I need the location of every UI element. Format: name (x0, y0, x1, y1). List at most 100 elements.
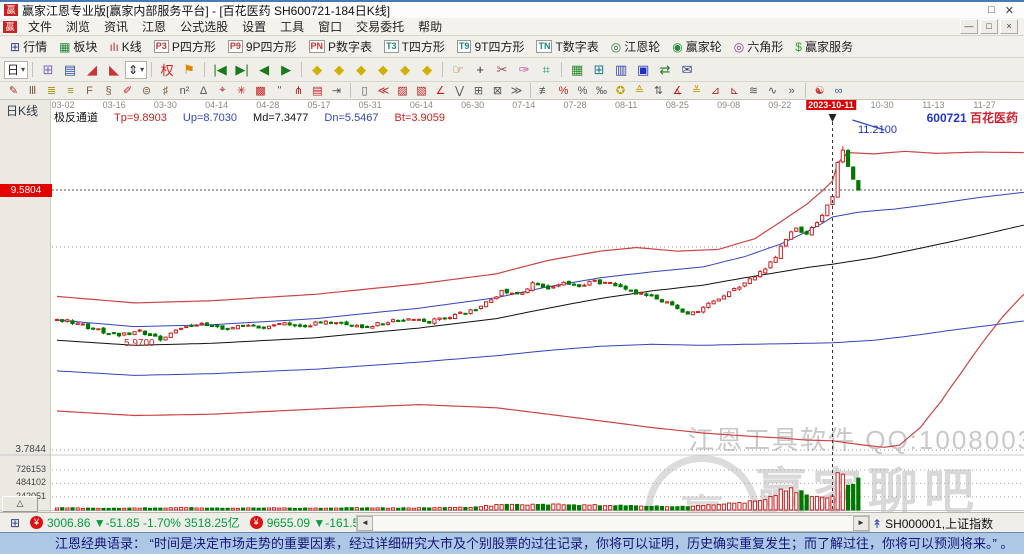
gann-angles-icon[interactable]: ∡ (669, 82, 686, 99)
horizontal-scrollbar[interactable]: ◄ ► (356, 515, 870, 532)
trend-wave-icon[interactable]: ∿ (764, 82, 781, 99)
candlestick-chart[interactable] (0, 100, 1024, 512)
compress-y-icon[interactable]: ◆ (395, 60, 415, 80)
pencil-icon[interactable]: ✎ (5, 82, 22, 99)
quote-marks-icon[interactable]: ʺ (271, 82, 288, 99)
status-symbol-label[interactable]: SH000001,上证指数 (885, 515, 993, 532)
period-day-combo[interactable]: 日 ▾ (4, 60, 29, 79)
close-child-icon[interactable]: × (1000, 19, 1018, 34)
check-angle-icon[interactable]: ⋁ (451, 82, 468, 99)
close-window-icon[interactable]: ✕ (1005, 4, 1014, 17)
abacus-icon[interactable]: ⌗ (536, 60, 556, 80)
toolbar-quotes-button[interactable]: ⊞ 行情 (10, 38, 47, 55)
mail-icon[interactable]: ✉ (677, 60, 697, 80)
menu-item-交易委托[interactable]: 交易委托 (349, 20, 411, 34)
filled-region-icon[interactable]: ▨ (394, 82, 411, 99)
menu-item-窗口[interactable]: 窗口 (311, 20, 349, 34)
next-bar-icon[interactable]: ▶ (276, 60, 296, 80)
starburst-icon[interactable]: ✳ (233, 82, 250, 99)
pan-left-icon[interactable]: ◆ (351, 60, 371, 80)
ellipse-icon[interactable]: ⊜ (138, 82, 155, 99)
yinyang-icon[interactable]: ☯ (811, 82, 828, 99)
hatch-icon[interactable]: ♯ (157, 82, 174, 99)
brush-icon[interactable]: ✑ (514, 60, 534, 80)
angle-measure-icon[interactable]: ∠ (432, 82, 449, 99)
minimize-child-icon[interactable]: — (960, 19, 978, 34)
menu-item-文件[interactable]: 文件 (21, 20, 59, 34)
toolbar-hexagon-button[interactable]: ◎ 六角形 (734, 38, 784, 55)
percent-icon[interactable]: % (574, 82, 591, 99)
info-panel-icon[interactable]: ▤ (60, 60, 80, 80)
zoom-in-x-icon[interactable]: ◆ (329, 60, 349, 80)
balance-icon[interactable]: ⇅ (650, 82, 667, 99)
toolbar-winner-service-button[interactable]: $ 赢家服务 (795, 38, 853, 55)
notepad-icon[interactable]: ▥ (611, 60, 631, 80)
permille-icon[interactable]: ‰ (593, 82, 610, 99)
toolbar-p-table-button[interactable]: PN P数字表 (308, 38, 372, 55)
fan-lines-icon[interactable]: » (783, 82, 800, 99)
wedge-icon[interactable]: ⊿ (707, 82, 724, 99)
infinity-icon[interactable]: ∞ (830, 82, 847, 99)
target-icon[interactable]: ⌖ (214, 82, 231, 99)
grid-window-icon[interactable]: ⊞ (470, 82, 487, 99)
menu-item-公式选股[interactable]: 公式选股 (173, 20, 235, 34)
gann-fan-icon[interactable]: ⋔ (290, 82, 307, 99)
rights-restoration-icon[interactable]: 权 (157, 60, 177, 80)
levels-icon[interactable]: ≢ (536, 82, 553, 99)
menu-item-帮助[interactable]: 帮助 (411, 20, 449, 34)
mini-chart-icon[interactable]: ◢ (82, 60, 102, 80)
calendar-icon[interactable]: ▦ (567, 60, 587, 80)
shanghai-index-quote[interactable]: 3006.86 ▼-51.85 -1.70% 3518.25亿 (47, 514, 240, 531)
gann-fan2-icon[interactable]: ▤ (309, 82, 326, 99)
calculator-icon[interactable]: ⊞ (589, 60, 609, 80)
crosshair-tool-icon[interactable]: + (470, 60, 490, 80)
toolbar-9p-square-button[interactable]: P9 9P四方形 (227, 38, 297, 55)
cross-window-icon[interactable]: ⊠ (489, 82, 506, 99)
scissors-icon[interactable]: ✂ (492, 60, 512, 80)
gann-grid-icon[interactable]: ≣ (43, 82, 60, 99)
quote-grid-icon[interactable]: ⊞ (5, 513, 25, 533)
menu-item-江恩[interactable]: 江恩 (135, 20, 173, 34)
menu-item-设置[interactable]: 设置 (235, 20, 273, 34)
toolbar-winner-wheel-button[interactable]: ◉ 赢家轮 (672, 38, 722, 55)
mini-chart2-icon[interactable]: ◣ (104, 60, 124, 80)
golden-gate-icon[interactable]: ≙ (631, 82, 648, 99)
first-bar-icon[interactable]: |◀ (210, 60, 230, 80)
expand-pane-button[interactable]: △ (2, 496, 38, 512)
f-lines-icon[interactable]: F (81, 82, 98, 99)
percent-slope-icon[interactable]: % (555, 82, 572, 99)
expand-y-icon[interactable]: ◆ (417, 60, 437, 80)
replay-flag-icon[interactable]: ⚑ (179, 60, 199, 80)
crossed-region-icon[interactable]: ▧ (413, 82, 430, 99)
golden-circle-icon[interactable]: ✪ (612, 82, 629, 99)
last-bar-icon[interactable]: ▶| (232, 60, 252, 80)
shaded-box-icon[interactable]: ▩ (252, 82, 269, 99)
angle-a-icon[interactable]: Δ (195, 82, 212, 99)
scroll-left-icon[interactable]: ◄ (357, 516, 373, 531)
hand-tool-icon[interactable]: ☞ (448, 60, 468, 80)
spiral-icon[interactable]: § (100, 82, 117, 99)
toolbar-t-square-button[interactable]: T3 T四方形 (384, 38, 445, 55)
gann-grid2-icon[interactable]: ≡ (62, 82, 79, 99)
gold-square-icon[interactable]: ≚ (688, 82, 705, 99)
width-arrows-icon[interactable]: ⇥ (328, 82, 345, 99)
fib-lines-icon[interactable]: ≋ (745, 82, 762, 99)
scroll-right-icon[interactable]: ► (853, 516, 869, 531)
zoom-out-x-icon[interactable]: ◆ (307, 60, 327, 80)
toolbar-p-square-button[interactable]: P3 P四方形 (153, 38, 216, 55)
restore-window-icon[interactable]: □ (988, 4, 995, 17)
toolbar-sectors-button[interactable]: ▦ 板块 (59, 38, 97, 55)
marker-pen-icon[interactable]: ✐ (119, 82, 136, 99)
channel-box-icon[interactable]: ▯ (356, 82, 373, 99)
toolbar-gann-wheel-button[interactable]: ◎ 江恩轮 (611, 38, 661, 55)
pan-right-icon[interactable]: ◆ (373, 60, 393, 80)
f-wedge-icon[interactable]: ⊾ (726, 82, 743, 99)
multi-slash-icon[interactable]: ≫ (508, 82, 525, 99)
square-n2-icon[interactable]: n² (176, 82, 193, 99)
toolbar-t-table-button[interactable]: TN T数字表 (536, 38, 599, 55)
toolbar-kline-button[interactable]: ılı K线 (109, 38, 141, 55)
parallel-lines-icon[interactable]: Ⅲ (24, 82, 41, 99)
save-icon[interactable]: ▣ (633, 60, 653, 80)
toolbar-9t-square-button[interactable]: T9 9T四方形 (456, 38, 524, 55)
menu-item-浏览[interactable]: 浏览 (59, 20, 97, 34)
